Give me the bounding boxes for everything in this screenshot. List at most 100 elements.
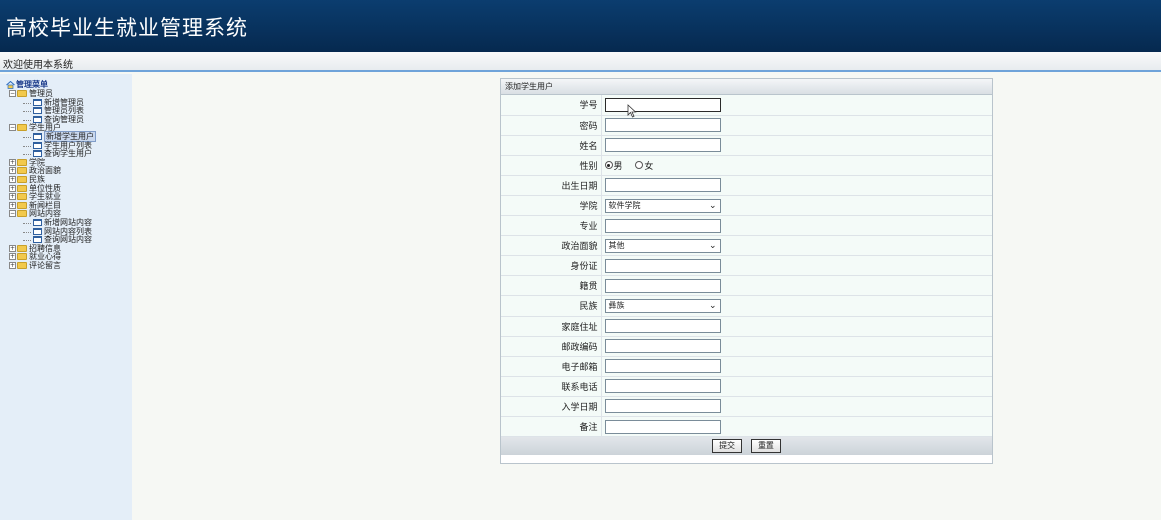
reset-button[interactable]: 重置 (750, 439, 781, 454)
menu-tree: − 管理员 新增管理员 管理员列表 查询管理员 − 学生用户 新增学生用户 学生用户列表 查询学生… (0, 89, 132, 271)
sidebar-group-label: 评论留言 (29, 260, 61, 270)
mouse-cursor-icon (627, 104, 637, 118)
form-row-phone: 联系电话 (501, 376, 992, 397)
form-row-enroll-date: 入学日期 (501, 396, 992, 418)
expand-icon[interactable]: + (9, 201, 16, 209)
password-label: 密码 (501, 115, 602, 136)
sidebar-menu: 管理菜单 − 管理员 新增管理员 管理员列表 查询管理员 − 学生用户 新增学生用户 学生用户列… (0, 74, 132, 520)
sidebar-group-2[interactable]: + 学院 (0, 158, 132, 168)
password-input[interactable] (604, 118, 721, 133)
app-header: 高校毕业生就业管理系统 (0, 0, 1161, 52)
home-icon (6, 80, 15, 89)
expand-icon[interactable]: + (9, 193, 16, 201)
add-student-form: 添加学生用户 学号 密码 姓名 性别 男 女 出生日期 学院 软件学院 ⌄ 专业 政… (500, 78, 993, 464)
form-row-postcode: 邮政编码 (501, 336, 992, 357)
expand-icon[interactable]: + (9, 261, 16, 269)
form-row-college: 学院 软件学院 ⌄ (501, 195, 992, 217)
form-table: 学号 密码 姓名 性别 男 女 出生日期 学院 软件学院 ⌄ 专业 政治面貌 其他 ⌄ … (501, 95, 992, 438)
chevron-down-icon: ⌄ (708, 240, 717, 251)
native-place-input[interactable] (604, 278, 721, 293)
enroll-date-label: 入学日期 (501, 396, 602, 418)
folder-icon (17, 158, 27, 166)
phone-input[interactable] (604, 379, 721, 394)
sidebar-group-6[interactable]: + 学生就业 (0, 192, 132, 202)
folder-icon (17, 193, 27, 201)
folder-icon (17, 175, 27, 183)
id-card-input[interactable] (604, 258, 721, 273)
email-label: 电子邮箱 (501, 356, 602, 377)
ethnicity-select-value: 彝族 (608, 300, 625, 310)
menu-root[interactable]: 管理菜单 (0, 80, 132, 90)
gender-female-label: 女 (644, 161, 654, 172)
postcode-label: 邮政编码 (501, 336, 602, 357)
birthdate-input[interactable] (604, 178, 721, 193)
sidebar-group-10[interactable]: + 就业心得 (0, 252, 132, 262)
form-row-ethnicity: 民族 彝族 ⌄ (501, 295, 992, 317)
form-row-birthdate: 出生日期 (501, 175, 992, 196)
form-row-native-place: 籍贯 (501, 275, 992, 297)
college-label: 学院 (501, 195, 602, 217)
page-icon (33, 132, 42, 140)
remark-input[interactable] (604, 419, 721, 434)
gender-male-label: 男 (613, 161, 623, 172)
app-title: 高校毕业生就业管理系统 (6, 16, 248, 40)
political-select-value: 其他 (608, 240, 625, 250)
page-icon (33, 236, 42, 244)
expand-icon[interactable]: + (9, 244, 16, 252)
folder-icon (17, 90, 27, 97)
form-row-major: 专业 (501, 215, 992, 237)
expand-icon[interactable]: + (9, 167, 16, 175)
gender-female-radio[interactable] (635, 161, 644, 170)
enroll-date-input[interactable] (604, 399, 721, 414)
postcode-input[interactable] (604, 339, 721, 354)
page-icon (33, 98, 42, 106)
sidebar-group-7[interactable]: + 新闻栏目 (0, 201, 132, 211)
address-input[interactable] (604, 319, 721, 334)
major-input[interactable] (604, 218, 721, 233)
student-id-input[interactable] (604, 97, 721, 112)
sidebar-group-3[interactable]: + 政治面貌 (0, 167, 132, 176)
phone-label: 联系电话 (501, 376, 602, 397)
collapse-icon[interactable]: − (9, 124, 16, 132)
sidebar-group-5[interactable]: + 单位性质 (0, 184, 132, 194)
id-card-label: 身份证 (501, 255, 602, 277)
political-label: 政治面貌 (501, 235, 602, 257)
form-row-student-id: 学号 (501, 95, 992, 116)
chevron-down-icon: ⌄ (708, 200, 717, 211)
submit-button[interactable]: 提交 (712, 439, 743, 454)
sidebar-item-1-2[interactable]: 查询学生用户 (0, 149, 132, 159)
folder-icon (17, 201, 27, 209)
expand-icon[interactable]: + (9, 184, 16, 192)
major-label: 专业 (501, 215, 602, 237)
email-input[interactable] (604, 359, 721, 374)
page-icon (33, 150, 42, 158)
folder-icon (17, 167, 27, 175)
collapse-icon[interactable]: − (9, 90, 16, 97)
sidebar-group-11[interactable]: + 评论留言 (0, 260, 132, 271)
collapse-icon[interactable]: − (9, 210, 16, 218)
form-row-password: 密码 (501, 115, 992, 136)
college-select[interactable]: 软件学院 ⌄ (604, 198, 721, 213)
political-select[interactable]: 其他 ⌄ (604, 238, 721, 253)
sidebar-item-0-2[interactable]: 查询管理员 (0, 115, 132, 125)
name-input[interactable] (604, 138, 721, 153)
sidebar-item-8-2[interactable]: 查询网站内容 (0, 235, 132, 245)
name-label: 姓名 (501, 135, 602, 156)
page-icon (33, 227, 42, 235)
page-icon (33, 218, 42, 226)
birthdate-label: 出生日期 (501, 175, 602, 196)
form-row-remark: 备注 (501, 416, 992, 438)
sidebar-group-4[interactable]: + 民族 (0, 175, 132, 185)
sidebar-group-9[interactable]: + 招聘信息 (0, 244, 132, 254)
ethnicity-label: 民族 (501, 295, 602, 317)
form-row-gender: 性别 男 女 (501, 155, 992, 176)
folder-icon (17, 244, 27, 252)
expand-icon[interactable]: + (9, 253, 16, 261)
form-row-name: 姓名 (501, 135, 992, 156)
folder-icon (17, 261, 27, 269)
gender-male-radio[interactable] (604, 161, 613, 170)
form-row-id-card: 身份证 (501, 255, 992, 277)
ethnicity-select[interactable]: 彝族 ⌄ (604, 298, 721, 313)
expand-icon[interactable]: + (9, 175, 16, 183)
expand-icon[interactable]: + (9, 158, 16, 166)
